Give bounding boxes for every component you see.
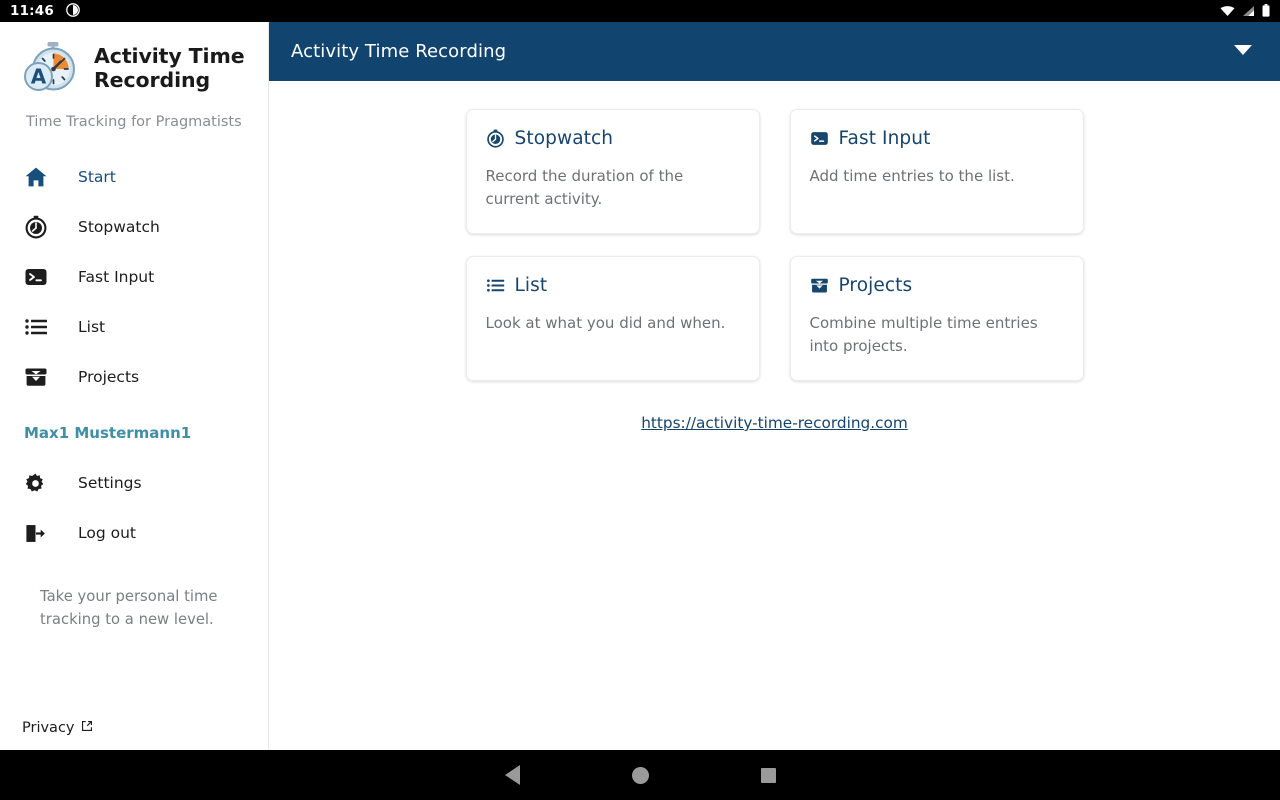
card-stopwatch[interactable]: Stopwatch Record the duration of the cur… bbox=[465, 109, 760, 234]
sidebar-item-projects[interactable]: Projects bbox=[0, 352, 268, 402]
home-icon bbox=[24, 165, 54, 189]
back-button[interactable] bbox=[448, 750, 576, 800]
card-header: List bbox=[486, 275, 740, 296]
recents-button[interactable] bbox=[704, 750, 832, 800]
brightness-icon bbox=[66, 2, 80, 21]
sidebar-item-label: Projects bbox=[78, 368, 140, 386]
sidebar-item-stopwatch[interactable]: Stopwatch bbox=[0, 202, 268, 252]
privacy-link[interactable]: Privacy bbox=[0, 720, 93, 750]
wifi-icon bbox=[1220, 2, 1235, 21]
sidebar: A Activity Time Recording Time Tracking … bbox=[0, 22, 269, 750]
site-link-container: https://activity-time-recording.com bbox=[269, 413, 1280, 432]
card-title: Projects bbox=[838, 275, 913, 296]
sidebar-item-start[interactable]: Start bbox=[0, 152, 268, 202]
terminal-icon bbox=[810, 129, 829, 148]
svg-text:A: A bbox=[31, 65, 47, 89]
battery-icon bbox=[1262, 2, 1270, 21]
sidebar-nav-lower: Settings Log out bbox=[0, 458, 268, 558]
card-description: Record the duration of the current activ… bbox=[485, 167, 684, 208]
gear-icon bbox=[24, 472, 54, 495]
terminal-icon bbox=[24, 265, 54, 289]
card-projects[interactable]: Projects Combine multiple time entries i… bbox=[789, 256, 1084, 381]
brand-header: A Activity Time Recording bbox=[0, 22, 268, 98]
status-bar-clock: 11:46 bbox=[10, 3, 54, 19]
page-title: Activity Time Recording bbox=[291, 41, 507, 62]
archive-icon bbox=[810, 276, 829, 295]
card-description: Look at what you did and when. bbox=[485, 314, 726, 332]
content-area: Stopwatch Record the duration of the cur… bbox=[269, 81, 1280, 750]
sidebar-user-name: Max1 Mustermann1 bbox=[24, 424, 192, 442]
website-link[interactable]: https://activity-time-recording.com bbox=[641, 414, 908, 432]
android-nav-bar bbox=[0, 750, 1280, 800]
card-header: Stopwatch bbox=[486, 128, 740, 149]
card-header: Fast Input bbox=[810, 128, 1064, 149]
brand-tagline: Time Tracking for Pragmatists bbox=[26, 114, 242, 130]
list-icon bbox=[24, 315, 54, 339]
stopwatch-icon bbox=[24, 215, 54, 239]
chevron-down-icon[interactable] bbox=[1232, 42, 1254, 61]
card-description: Add time entries to the list. bbox=[809, 167, 1015, 185]
sidebar-item-settings[interactable]: Settings bbox=[0, 458, 268, 508]
brand-title: Activity Time Recording bbox=[94, 43, 245, 92]
sidebar-blurb: Take your personal time tracking to a ne… bbox=[40, 588, 218, 628]
sidebar-item-label: Fast Input bbox=[78, 268, 155, 286]
card-title: Stopwatch bbox=[514, 128, 614, 149]
card-description: Combine multiple time entries into proje… bbox=[809, 314, 1038, 355]
card-fast-input[interactable]: Fast Input Add time entries to the list. bbox=[789, 109, 1084, 234]
home-button[interactable] bbox=[576, 750, 704, 800]
stopwatch-icon bbox=[486, 129, 505, 148]
app-window: A Activity Time Recording Time Tracking … bbox=[0, 22, 1280, 750]
card-list[interactable]: List Look at what you did and when. bbox=[465, 256, 760, 381]
logout-icon bbox=[24, 522, 54, 545]
sidebar-item-label: Settings bbox=[78, 474, 142, 492]
sidebar-item-fast-input[interactable]: Fast Input bbox=[0, 252, 268, 302]
sidebar-item-label: Start bbox=[78, 168, 116, 186]
feature-card-grid: Stopwatch Record the duration of the cur… bbox=[465, 109, 1084, 381]
privacy-link-label: Privacy bbox=[22, 720, 75, 736]
card-title: Fast Input bbox=[838, 128, 931, 149]
home-circle-icon bbox=[631, 766, 649, 784]
card-title: List bbox=[514, 275, 548, 296]
recents-square-icon bbox=[760, 767, 776, 783]
status-bar-right-icons bbox=[1220, 2, 1270, 21]
sidebar-item-label: Log out bbox=[78, 524, 136, 542]
sidebar-item-label: Stopwatch bbox=[78, 218, 160, 236]
main-area: Activity Time Recording Stopwatch Record… bbox=[269, 22, 1280, 750]
sidebar-item-label: List bbox=[78, 318, 106, 336]
cellular-signal-icon bbox=[1242, 2, 1255, 21]
android-status-bar: 11:46 bbox=[0, 0, 1280, 22]
list-icon bbox=[486, 276, 505, 295]
sidebar-nav: Start Stopwatch Fast Input List Projects bbox=[0, 152, 268, 402]
topbar: Activity Time Recording bbox=[269, 22, 1280, 81]
sidebar-item-list[interactable]: List bbox=[0, 302, 268, 352]
back-triangle-icon bbox=[504, 765, 520, 785]
status-bar-left-icons bbox=[66, 2, 80, 21]
sidebar-item-logout[interactable]: Log out bbox=[0, 508, 268, 558]
archive-icon bbox=[24, 365, 54, 389]
card-header: Projects bbox=[810, 275, 1064, 296]
external-link-icon bbox=[81, 720, 93, 736]
stopwatch-a-logo-icon: A bbox=[22, 38, 82, 98]
